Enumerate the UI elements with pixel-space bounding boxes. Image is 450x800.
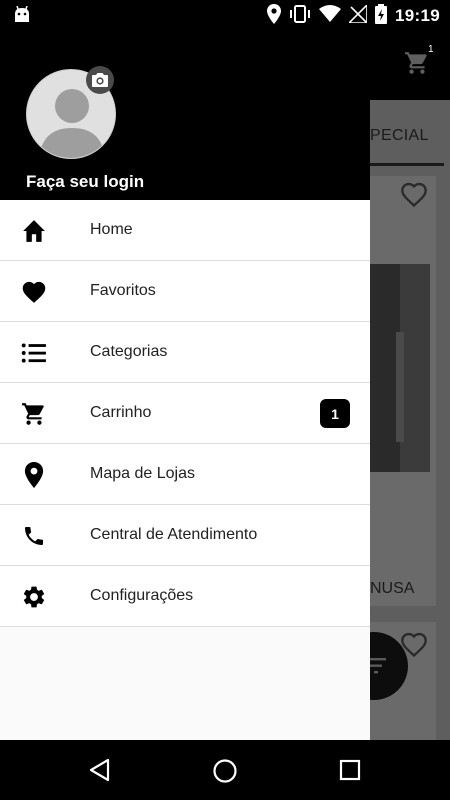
cart-icon: [20, 401, 48, 427]
home-icon: [20, 218, 48, 244]
location-status-icon: [267, 3, 282, 29]
no-signal-icon: [347, 2, 368, 28]
cart-count-badge: 1: [320, 399, 350, 428]
menu-item-configuracoes[interactable]: Configurações: [0, 566, 370, 627]
change-photo-button[interactable]: [86, 66, 114, 94]
login-link[interactable]: Faça seu login: [26, 172, 144, 192]
product-image-detail: [396, 332, 404, 442]
menu-item-label: Favoritos: [90, 282, 156, 299]
recents-square-icon: [339, 759, 361, 781]
back-triangle-icon: [89, 758, 110, 782]
menu-item-label: Configurações: [90, 587, 194, 604]
drawer-header: Faça seu login: [0, 32, 370, 200]
menu-item-mapa-de-lojas[interactable]: Mapa de Lojas: [0, 444, 370, 505]
menu-item-home[interactable]: Home: [0, 200, 370, 261]
recents-button[interactable]: [338, 758, 362, 787]
menu-item-carrinho[interactable]: Carrinho 1: [0, 383, 370, 444]
product-name: NUSA: [370, 580, 415, 597]
android-icon: [12, 5, 32, 29]
menu-item-central-de-atendimento[interactable]: Central de Atendimento: [0, 505, 370, 566]
navigation-drawer: Faça seu login Home Favoritos Categorias…: [0, 32, 370, 740]
menu-item-label: Mapa de Lojas: [90, 465, 195, 482]
camera-icon: [92, 73, 108, 87]
system-navigation-bar: [0, 740, 450, 800]
vibrate-icon: [289, 4, 311, 28]
menu-item-label: Carrinho: [90, 404, 152, 421]
toolbar-cart-icon[interactable]: [404, 50, 430, 81]
back-button[interactable]: [88, 758, 112, 787]
tab-special[interactable]: PECIAL: [370, 127, 429, 145]
tab-indicator: [370, 163, 444, 166]
heart-icon: [20, 279, 48, 305]
menu-item-label: Home: [90, 221, 133, 238]
menu-item-label: Categorias: [90, 343, 168, 360]
home-circle-icon: [213, 759, 237, 783]
location-pin-icon: [20, 462, 48, 488]
list-icon: [20, 340, 48, 366]
gear-icon: [20, 584, 48, 610]
drawer-menu: Home Favoritos Categorias Carrinho 1 Map…: [0, 200, 370, 627]
battery-charging-icon: [375, 3, 388, 29]
clock: 19:19: [395, 6, 440, 25]
menu-item-categorias[interactable]: Categorias: [0, 322, 370, 383]
favorite-outline-icon[interactable]: [400, 182, 428, 213]
menu-item-label: Central de Atendimento: [90, 526, 258, 543]
home-button[interactable]: [212, 758, 238, 789]
phone-icon: [20, 523, 48, 549]
status-bar: 19:19: [0, 0, 450, 32]
wifi-icon: [319, 4, 342, 28]
toolbar-cart-count: 1: [428, 44, 434, 55]
menu-item-favoritos[interactable]: Favoritos: [0, 261, 370, 322]
